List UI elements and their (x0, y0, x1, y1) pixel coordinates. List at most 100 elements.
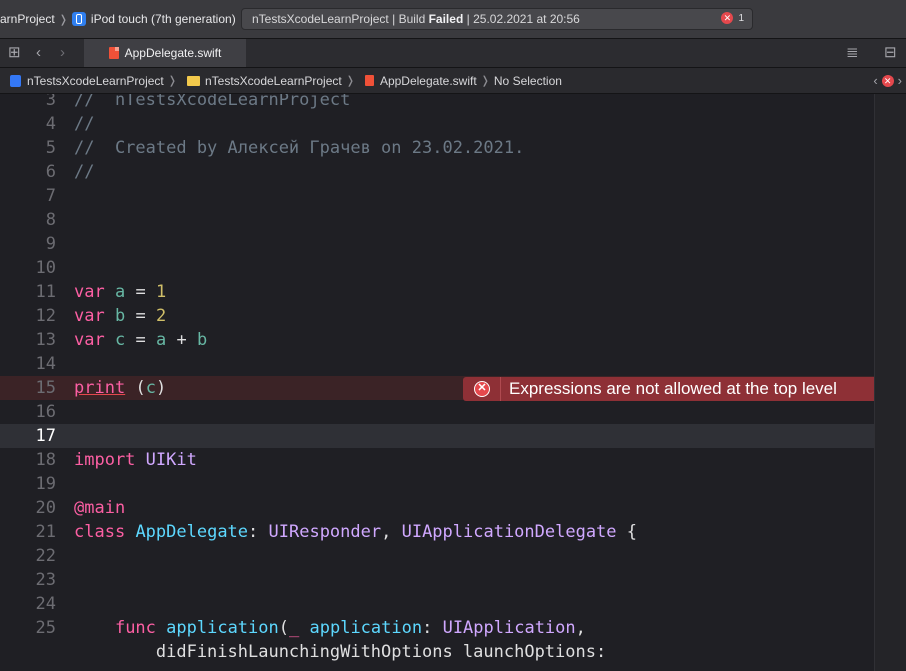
back-arrow-icon[interactable]: ‹ (36, 44, 41, 62)
code-line: 3 // nTestsXcodeLearnProject (0, 94, 874, 112)
code-line-current: 17 (0, 424, 874, 448)
code-text: func application(_ application: UIApplic… (114, 618, 586, 638)
chevron-right-icon: ❭ (480, 75, 490, 87)
device-icon (71, 12, 86, 26)
run-destination[interactable]: iPod touch (7th generation) (91, 12, 236, 26)
tab-bar: ⊞ ‹ › AppDelegate.swift ≣ ⊟ (0, 39, 906, 68)
error-icon[interactable]: ✕ (881, 74, 894, 87)
line-number: 13 (35, 330, 56, 350)
code-line: 24 (0, 592, 874, 616)
build-project-name: nTestsXcodeLearnProject (252, 12, 389, 26)
issue-navigator-controls: ‹ ✕ › (873, 73, 902, 88)
code-line: 14 (0, 352, 874, 376)
next-issue-icon[interactable]: › (898, 73, 902, 88)
code-line: 20 @main (0, 496, 874, 520)
divider (500, 377, 501, 401)
line-number: 21 (35, 522, 56, 542)
build-status-text: nTestsXcodeLearnProject | Build Failed |… (242, 12, 580, 26)
build-timestamp: 25.02.2021 at 20:56 (473, 12, 580, 26)
code-text: var a = 1 (74, 282, 167, 302)
code-line: 8 (0, 208, 874, 232)
line-number: 9 (45, 234, 56, 254)
code-line: didFinishLaunchingWithOptions launchOpti… (0, 640, 874, 664)
tab-label: AppDelegate.swift (124, 46, 222, 60)
line-number: 6 (45, 162, 56, 182)
code-text: @main (74, 498, 126, 518)
code-line: 7 (0, 184, 874, 208)
line-number: 23 (35, 570, 56, 590)
jumpbar-file[interactable]: AppDelegate.swift (359, 74, 477, 88)
jumpbar-label: nTestsXcodeLearnProject (27, 73, 164, 88)
code-line: 21 class AppDelegate: UIResponder, UIApp… (0, 520, 874, 544)
error-icon: ✕ (474, 381, 490, 397)
swift-file-icon (108, 47, 119, 59)
chevron-right-icon: ❭ (58, 13, 68, 26)
code-text: print (c) (74, 378, 167, 398)
line-number: 25 (35, 618, 56, 638)
code-line: 9 (0, 232, 874, 256)
code-line: 18 import UIKit (0, 448, 874, 472)
project-icon (10, 74, 21, 87)
activity-viewer[interactable]: nTestsXcodeLearnProject | Build Failed |… (241, 8, 753, 30)
line-number: 12 (35, 306, 56, 326)
line-number: 22 (35, 546, 56, 566)
code-line: 23 (0, 568, 874, 592)
code-line: 19 (0, 472, 874, 496)
build-status: Failed (428, 12, 464, 26)
forward-arrow-icon[interactable]: › (60, 44, 65, 62)
line-number: 10 (35, 258, 56, 278)
chevron-right-icon: ❭ (167, 75, 177, 87)
jumpbar-symbol[interactable]: No Selection (494, 74, 562, 88)
grid-icon[interactable]: ⊞ (8, 44, 21, 62)
add-editor-icon[interactable]: ⊟ (884, 44, 897, 62)
code-text: var b = 2 (74, 306, 167, 326)
code-line: 25 func application(_ application: UIApp… (0, 616, 874, 640)
scheme-project-label[interactable]: arnProject (0, 12, 55, 26)
code-text: // (74, 162, 95, 182)
inline-error-banner[interactable]: ✕ Expressions are not allowed at the top… (463, 377, 874, 401)
jumpbar-label: No Selection (493, 73, 562, 88)
toolbar: arnProject ❭ iPod touch (7th generation)… (0, 0, 906, 39)
code-line: 12 var b = 2 (0, 304, 874, 328)
line-number: 14 (35, 354, 56, 374)
code-line: 4 // (0, 112, 874, 136)
tab-appdelegate[interactable]: AppDelegate.swift (84, 39, 246, 67)
jump-bar: nTestsXcodeLearnProject ❭ nTestsXcodeLea… (0, 68, 906, 94)
line-number: 16 (35, 402, 56, 422)
error-icon: ✕ (721, 12, 734, 24)
line-number: 19 (35, 474, 56, 494)
code-text: // nTestsXcodeLearnProject (74, 94, 351, 110)
line-number: 3 (45, 94, 56, 110)
separator: | (392, 12, 396, 26)
jumpbar-project[interactable]: nTestsXcodeLearnProject (0, 74, 164, 88)
build-label: Build (398, 12, 426, 26)
error-count: 1 (738, 12, 744, 24)
line-number: 17 (35, 426, 56, 446)
editor-options-icon[interactable]: ≣ (846, 44, 859, 62)
line-number: 15 (35, 378, 56, 398)
minimap-scroller[interactable] (874, 94, 906, 671)
line-number: 18 (35, 450, 56, 470)
code-line: 5 // Created by Алексей Грачев on 23.02.… (0, 136, 874, 160)
code-text: import UIKit (74, 450, 197, 470)
swift-file-icon (364, 75, 374, 86)
previous-issue-icon[interactable]: ‹ (873, 73, 877, 88)
folder-icon (186, 75, 200, 86)
separator: | (466, 12, 470, 26)
error-count-badge[interactable]: ✕ 1 (721, 12, 744, 24)
jumpbar-group[interactable]: nTestsXcodeLearnProject (181, 74, 342, 88)
code-line: 13 var c = a + b (0, 328, 874, 352)
code-line: 16 (0, 400, 874, 424)
jumpbar-label: nTestsXcodeLearnProject (204, 73, 342, 88)
chevron-right-icon: ❭ (345, 75, 355, 87)
code-text: // Created by Алексей Грачев on 23.02.20… (74, 138, 525, 158)
line-number: 20 (35, 498, 56, 518)
code-line: 22 (0, 544, 874, 568)
line-number: 11 (35, 282, 56, 302)
line-number: 5 (45, 138, 56, 158)
line-number: 8 (45, 210, 56, 230)
error-message: Expressions are not allowed at the top l… (509, 379, 837, 398)
code-text: var c = a + b (74, 330, 208, 350)
scheme-selector[interactable]: arnProject ❭ iPod touch (7th generation) (0, 8, 236, 30)
jumpbar-label: AppDelegate.swift (379, 73, 477, 88)
